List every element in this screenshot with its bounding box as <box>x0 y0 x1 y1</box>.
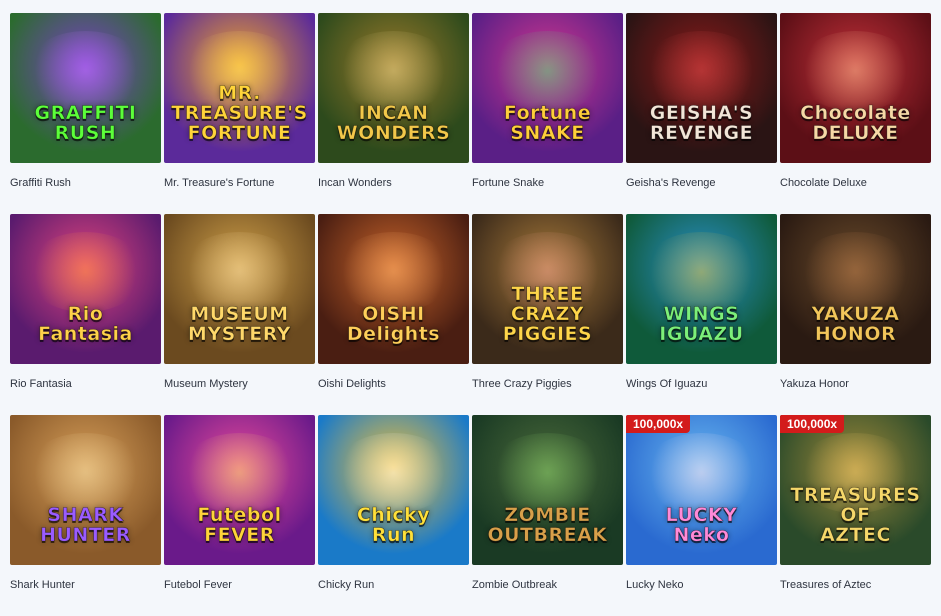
game-art-glow <box>795 232 916 312</box>
game-title[interactable]: Chicky Run <box>318 579 469 591</box>
game-logo: YAKUZA HONOR <box>811 303 900 345</box>
game-thumbnail[interactable]: LUCKY Neko 100,000x <box>626 415 777 565</box>
game-card[interactable]: LUCKY Neko 100,000x Lucky Neko <box>626 415 777 616</box>
game-thumbnail[interactable]: Chocolate DELUXE <box>780 13 931 163</box>
game-art-glow <box>25 31 146 111</box>
max-win-badge: 100,000x <box>780 415 845 433</box>
game-art-glow <box>179 433 300 513</box>
game-logo: THREE CRAZY PIGGIES <box>502 283 593 345</box>
game-logo: OISHI Delights <box>346 303 441 345</box>
game-art-glow <box>795 31 916 111</box>
max-win-badge: 100,000x <box>626 415 691 433</box>
game-thumbnail[interactable]: Chicky Run <box>318 415 469 565</box>
game-title[interactable]: Treasures of Aztec <box>780 579 931 591</box>
game-grid: GRAFFITI RUSH Graffiti Rush MR. TREASURE'S… <box>10 13 931 616</box>
game-card[interactable]: THREE CRAZY PIGGIES Three Crazy Piggies <box>472 214 623 415</box>
game-thumbnail[interactable]: YAKUZA HONOR <box>780 214 931 364</box>
game-card[interactable]: ZOMBIE OUTBREAK Zombie Outbreak <box>472 415 623 616</box>
game-thumbnail[interactable]: SHARK HUNTER <box>10 415 161 565</box>
game-card[interactable]: YAKUZA HONOR Yakuza Honor <box>780 214 931 415</box>
game-art-glow <box>179 232 300 312</box>
game-card[interactable]: TREASURES OF AZTEC 100,000x Treasures of A… <box>780 415 931 616</box>
game-art-glow <box>333 31 454 111</box>
game-thumbnail[interactable]: TREASURES OF AZTEC 100,000x <box>780 415 931 565</box>
game-thumbnail[interactable]: WINGS IGUAZU <box>626 214 777 364</box>
game-logo: Rio Fantasia <box>38 303 133 345</box>
game-thumbnail[interactable]: Fortune SNAKE <box>472 13 623 163</box>
game-title[interactable]: Chocolate Deluxe <box>780 177 931 189</box>
game-card[interactable]: WINGS IGUAZU Wings Of Iguazu <box>626 214 777 415</box>
game-title[interactable]: Incan Wonders <box>318 177 469 189</box>
game-thumbnail[interactable]: ZOMBIE OUTBREAK <box>472 415 623 565</box>
game-title[interactable]: Fortune Snake <box>472 177 623 189</box>
game-title[interactable]: Wings Of Iguazu <box>626 378 777 390</box>
game-title[interactable]: Mr. Treasure's Fortune <box>164 177 315 189</box>
game-card[interactable]: INCAN WONDERS Incan Wonders <box>318 13 469 214</box>
game-logo: INCAN WONDERS <box>336 102 451 144</box>
game-logo: GRAFFITI RUSH <box>34 102 137 144</box>
game-title[interactable]: Oishi Delights <box>318 378 469 390</box>
game-card[interactable]: GEISHA'S REVENGE Geisha's Revenge <box>626 13 777 214</box>
game-card[interactable]: Futebol FEVER Futebol Fever <box>164 415 315 616</box>
game-art-glow <box>641 232 762 312</box>
game-thumbnail[interactable]: INCAN WONDERS <box>318 13 469 163</box>
game-card[interactable]: Rio Fantasia Rio Fantasia <box>10 214 161 415</box>
game-art-glow <box>641 433 762 513</box>
game-title[interactable]: Geisha's Revenge <box>626 177 777 189</box>
game-logo: Fortune SNAKE <box>503 102 592 144</box>
game-thumbnail[interactable]: THREE CRAZY PIGGIES <box>472 214 623 364</box>
game-thumbnail[interactable]: MR. TREASURE'S FORTUNE <box>164 13 315 163</box>
game-art-glow <box>487 31 608 111</box>
game-logo: LUCKY Neko <box>665 504 738 546</box>
game-title[interactable]: Rio Fantasia <box>10 378 161 390</box>
game-logo: GEISHA'S REVENGE <box>649 102 754 144</box>
game-card[interactable]: SHARK HUNTER Shark Hunter <box>10 415 161 616</box>
game-title[interactable]: Yakuza Honor <box>780 378 931 390</box>
game-art-glow <box>487 433 608 513</box>
game-thumbnail[interactable]: GEISHA'S REVENGE <box>626 13 777 163</box>
game-thumbnail[interactable]: Futebol FEVER <box>164 415 315 565</box>
game-thumbnail[interactable]: Rio Fantasia <box>10 214 161 364</box>
game-logo: Chocolate DELUXE <box>800 102 911 144</box>
game-art-glow <box>333 232 454 312</box>
game-title[interactable]: Shark Hunter <box>10 579 161 591</box>
game-thumbnail[interactable]: MUSEUM MYSTERY <box>164 214 315 364</box>
game-card[interactable]: Chicky Run Chicky Run <box>318 415 469 616</box>
game-title[interactable]: Museum Mystery <box>164 378 315 390</box>
game-thumbnail[interactable]: GRAFFITI RUSH <box>10 13 161 163</box>
game-card[interactable]: Chocolate DELUXE Chocolate Deluxe <box>780 13 931 214</box>
game-title[interactable]: Graffiti Rush <box>10 177 161 189</box>
game-logo: Chicky Run <box>356 504 431 546</box>
game-title[interactable]: Three Crazy Piggies <box>472 378 623 390</box>
game-logo: WINGS IGUAZU <box>659 303 744 345</box>
game-card[interactable]: MR. TREASURE'S FORTUNE Mr. Treasure's For… <box>164 13 315 214</box>
game-logo: ZOMBIE OUTBREAK <box>487 504 608 546</box>
game-card[interactable]: MUSEUM MYSTERY Museum Mystery <box>164 214 315 415</box>
game-art-glow <box>333 433 454 513</box>
game-title[interactable]: Zombie Outbreak <box>472 579 623 591</box>
game-logo: MUSEUM MYSTERY <box>187 303 292 345</box>
game-art-glow <box>25 232 146 312</box>
game-logo: TREASURES OF AZTEC <box>790 484 921 546</box>
game-logo: MR. TREASURE'S FORTUNE <box>171 82 308 144</box>
game-logo: Futebol FEVER <box>197 504 282 546</box>
game-logo: SHARK HUNTER <box>40 504 131 546</box>
game-art-glow <box>25 433 146 513</box>
game-card[interactable]: Fortune SNAKE Fortune Snake <box>472 13 623 214</box>
game-title[interactable]: Lucky Neko <box>626 579 777 591</box>
game-card[interactable]: OISHI Delights Oishi Delights <box>318 214 469 415</box>
game-card[interactable]: GRAFFITI RUSH Graffiti Rush <box>10 13 161 214</box>
game-title[interactable]: Futebol Fever <box>164 579 315 591</box>
game-art-glow <box>641 31 762 111</box>
game-thumbnail[interactable]: OISHI Delights <box>318 214 469 364</box>
